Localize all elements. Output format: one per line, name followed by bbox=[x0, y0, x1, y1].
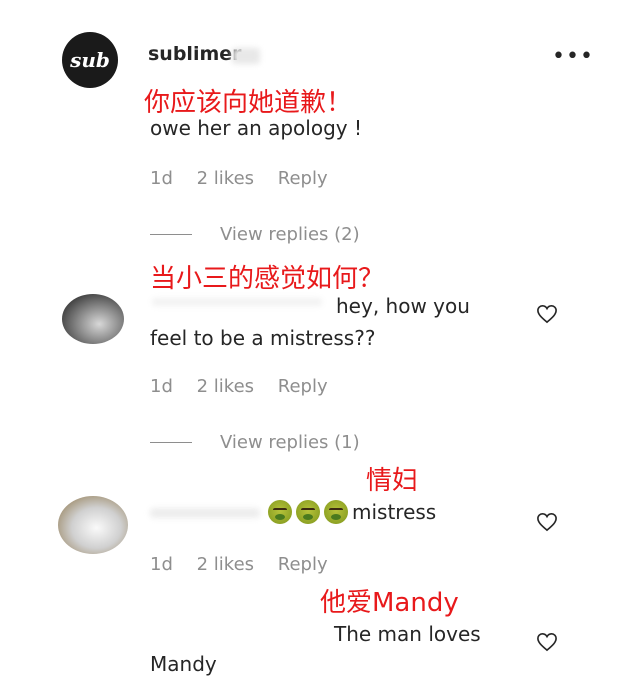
comment-likes[interactable]: 2 likes bbox=[197, 554, 254, 575]
avatar[interactable]: sub bbox=[62, 32, 118, 88]
avatar-logo-text: sub bbox=[70, 48, 110, 72]
nauseated-face-icon bbox=[324, 500, 348, 524]
reply-button[interactable]: Reply bbox=[278, 376, 328, 397]
more-options-button[interactable]: ••• bbox=[552, 44, 594, 69]
avatar[interactable] bbox=[58, 496, 128, 554]
comment-text-line1: hey, how you bbox=[336, 294, 470, 318]
divider-line bbox=[150, 234, 192, 235]
comment-text: owe her an apology ! bbox=[150, 116, 362, 140]
username-redaction bbox=[150, 508, 260, 518]
comment-likes[interactable]: 2 likes bbox=[197, 376, 254, 397]
view-replies-button[interactable]: View replies (2) bbox=[150, 224, 360, 245]
heart-icon[interactable] bbox=[536, 512, 558, 532]
comment-meta: 1d 2 likes Reply bbox=[150, 168, 346, 189]
heart-icon[interactable] bbox=[536, 304, 558, 324]
comment-time: 1d bbox=[150, 376, 173, 397]
reply-button[interactable]: Reply bbox=[278, 554, 328, 575]
username-redaction bbox=[152, 298, 322, 306]
nauseated-face-icon bbox=[268, 500, 292, 524]
view-replies-label: View replies (2) bbox=[220, 224, 360, 245]
divider-line bbox=[150, 442, 192, 443]
comment-username[interactable]: sublimer bbox=[148, 43, 242, 65]
comment-text: mistress bbox=[352, 500, 437, 524]
view-replies-button[interactable]: View replies (1) bbox=[150, 432, 360, 453]
view-replies-label: View replies (1) bbox=[220, 432, 360, 453]
comment-meta: 1d 2 likes Reply bbox=[150, 376, 346, 397]
comment-text-line2: feel to be a mistress?? bbox=[150, 326, 376, 350]
comment-translation: 当小三的感觉如何？ bbox=[150, 264, 385, 294]
comment-meta: 1d 2 likes Reply bbox=[150, 554, 346, 575]
comment-translation: 情妇 bbox=[366, 466, 419, 496]
comment-text-line1: The man loves bbox=[334, 622, 481, 646]
reply-button[interactable]: Reply bbox=[278, 168, 328, 189]
comment-text-row: mistress bbox=[268, 500, 436, 524]
avatar[interactable] bbox=[62, 294, 124, 344]
heart-icon[interactable] bbox=[536, 632, 558, 652]
comment-translation: 你应该向她道歉！ bbox=[144, 88, 353, 118]
comment-likes[interactable]: 2 likes bbox=[197, 168, 254, 189]
nauseated-face-icon bbox=[296, 500, 320, 524]
comment-time: 1d bbox=[150, 554, 173, 575]
comment-time: 1d bbox=[150, 168, 173, 189]
username-redaction bbox=[232, 48, 260, 64]
comment-text-line2: Mandy bbox=[150, 652, 217, 676]
comment-translation: 他爱Mandy bbox=[320, 588, 459, 618]
